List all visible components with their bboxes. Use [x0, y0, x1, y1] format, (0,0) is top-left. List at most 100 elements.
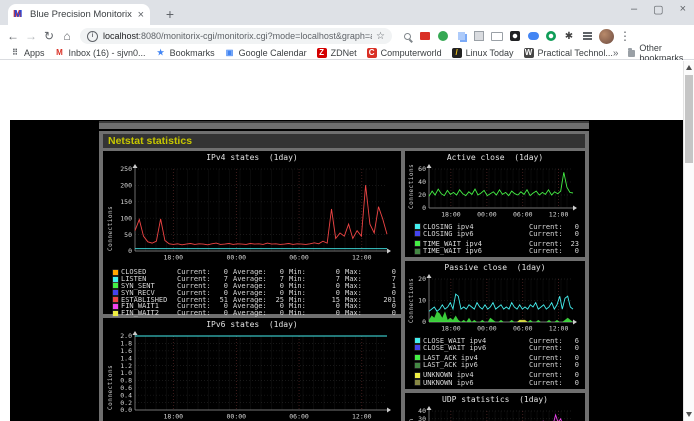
svg-text:1.4: 1.4 — [120, 354, 132, 362]
bookmark-label: Apps — [24, 48, 45, 58]
svg-text:1.2: 1.2 — [120, 362, 132, 370]
legend-swatch-icon — [113, 283, 118, 288]
svg-text:20: 20 — [418, 191, 426, 199]
bookmarks-overflow-icon[interactable]: » — [613, 48, 619, 59]
browser-tab[interactable]: M Blue Precision Monitorix × — [8, 4, 150, 25]
window-close-button[interactable]: × — [680, 3, 686, 16]
browser-menu-icon[interactable]: ⋮ — [619, 29, 631, 43]
svg-text:200: 200 — [120, 182, 132, 190]
window-controls: – ▢ × — [631, 3, 686, 16]
svg-text:60: 60 — [418, 165, 426, 173]
legend-stat-value: 0 — [565, 230, 579, 238]
minimize-button[interactable]: – — [631, 3, 637, 16]
tab-title: Blue Precision Monitorix — [30, 9, 134, 20]
bookmark-item-zdnet[interactable]: ZZDNet — [317, 48, 357, 58]
new-tab-button[interactable]: + — [160, 4, 180, 24]
home-icon[interactable]: ⌂ — [58, 29, 76, 43]
folder-icon — [628, 50, 635, 57]
svg-text:12:00: 12:00 — [549, 325, 569, 333]
ipv4-states-graph[interactable]: 05010015020025018:0000:0006:0012:00 — [103, 163, 401, 267]
bookmark-item-apps-grid[interactable]: ⠿ Apps — [10, 48, 45, 58]
active-close-graph-title: Active close (1day) — [405, 151, 585, 163]
tab-close-icon[interactable]: × — [138, 9, 144, 21]
active-close-graph[interactable]: 020406018:0000:0006:0012:00 — [405, 163, 585, 221]
svg-text:0.6: 0.6 — [120, 384, 132, 392]
legend-stat-key: Current: — [529, 361, 565, 369]
legend-swatch-icon — [415, 363, 420, 368]
cast-icon[interactable] — [490, 29, 505, 43]
messenger-icon[interactable] — [526, 29, 541, 43]
star-icon: ★ — [156, 48, 166, 58]
url-host: localhost — [103, 31, 139, 41]
legend-swatch-icon — [113, 304, 118, 309]
tab-icon[interactable] — [472, 29, 487, 43]
legend-swatch-icon — [415, 380, 420, 385]
bookmark-star-icon[interactable]: ☆ — [376, 31, 385, 42]
legend-swatch-icon — [415, 224, 420, 229]
bookmark-item-linux-today[interactable]: /Linux Today — [452, 48, 514, 58]
svg-text:18:00: 18:00 — [164, 254, 184, 262]
svg-text:06:00: 06:00 — [513, 325, 533, 333]
playlist-icon[interactable] — [580, 29, 595, 43]
ipv6-states-graph[interactable]: 0.00.20.40.60.81.01.21.41.61.82.018:0000… — [103, 330, 401, 421]
section-title: Netstat statistics — [103, 134, 585, 148]
legend-stat-value: 0 — [381, 309, 396, 317]
bookmark-label: Bookmarks — [170, 48, 215, 58]
url-text: localhost:8080/monitorix-cgi/monitorix.c… — [103, 31, 372, 41]
page-scrollbar[interactable] — [683, 61, 694, 421]
previous-section-edge — [99, 121, 589, 129]
legend-stat-key: Current: — [529, 230, 565, 238]
bookmark-item-star[interactable]: ★ Bookmarks — [156, 48, 215, 58]
legend-stat-key: Min: — [289, 309, 325, 317]
globe-icon[interactable] — [436, 29, 451, 43]
svg-text:18:00: 18:00 — [441, 325, 461, 333]
page-viewport: Netstat statistics IPv4 states (1day) Co… — [0, 60, 694, 421]
forward-icon[interactable]: → — [22, 29, 40, 43]
monitorix-favicon-icon: M — [14, 9, 25, 20]
scrollbar-thumb[interactable] — [685, 75, 693, 163]
back-icon[interactable]: ← — [4, 29, 22, 43]
svg-text:06:00: 06:00 — [513, 211, 533, 219]
passive-close-graph-title: Passive close (1day) — [405, 261, 585, 273]
legend-row: CLOSING ipv6Current:0 — [415, 230, 585, 237]
scroll-down-icon[interactable] — [686, 412, 692, 417]
bookmark-label: Practical Technol... — [538, 48, 613, 58]
svg-text:10: 10 — [418, 297, 426, 305]
bookmark-label: Google Calendar — [239, 48, 307, 58]
udp-statistics-graph[interactable]: 1020304018:0000:0006:0012:00 — [405, 405, 585, 421]
page-info-icon[interactable]: i — [87, 31, 98, 42]
bookmark-item-calendar[interactable]: ▣Google Calendar — [225, 48, 307, 58]
legend-stat-key: Current: — [529, 344, 565, 352]
bookmark-item-wordpress[interactable]: WPractical Technol... — [524, 48, 613, 58]
reload-icon[interactable]: ↻ — [40, 29, 58, 43]
passive-close-legend: CLOSE_WAIT ipv4Current:6CLOSE_WAIT ipv6C… — [405, 337, 585, 386]
legend-swatch-icon — [415, 338, 420, 343]
extensions-pin-icon[interactable] — [562, 29, 577, 43]
legend-swatch-icon — [415, 241, 420, 246]
svg-text:12:00: 12:00 — [549, 211, 569, 219]
svg-text:1.8: 1.8 — [120, 340, 132, 348]
passive-close-graph[interactable]: 0102018:0000:0006:0012:00 — [405, 273, 585, 335]
scroll-up-icon[interactable] — [686, 65, 692, 70]
udp-graph-title: UDP statistics (1day) — [405, 393, 585, 405]
search-icon[interactable] — [400, 29, 415, 43]
url-path: :8080/monitorix-cgi/monitorix.cgi?mode=l… — [139, 31, 373, 41]
legend-row: LAST_ACK ipv6Current:0 — [415, 362, 585, 369]
bookmark-item-gmail[interactable]: MInbox (16) - sjvn0... — [55, 48, 146, 58]
apps-grid-icon: ⠿ — [10, 48, 20, 58]
legend-stat-key: Average: — [233, 309, 269, 317]
svg-text:00:00: 00:00 — [227, 254, 247, 262]
bookmark-item-computerworld[interactable]: CComputerworld — [367, 48, 442, 58]
mail-icon[interactable] — [418, 29, 433, 43]
pages-icon[interactable] — [454, 29, 469, 43]
status-icon[interactable] — [544, 29, 559, 43]
screenshot-icon[interactable] — [508, 29, 523, 43]
address-bar[interactable]: i localhost:8080/monitorix-cgi/monitorix… — [80, 28, 392, 44]
ipv6-states-cell: IPv6 states (1day) Connections 0.00.20.4… — [103, 318, 401, 421]
legend-stat-value: 0 — [565, 361, 579, 369]
svg-text:0.4: 0.4 — [120, 391, 132, 399]
legend-label: CLOSING ipv6 — [423, 230, 529, 238]
maximize-button[interactable]: ▢ — [653, 3, 663, 16]
profile-avatar[interactable] — [599, 29, 614, 44]
legend-row: TIME_WAIT ipv6Current:0 — [415, 248, 585, 255]
